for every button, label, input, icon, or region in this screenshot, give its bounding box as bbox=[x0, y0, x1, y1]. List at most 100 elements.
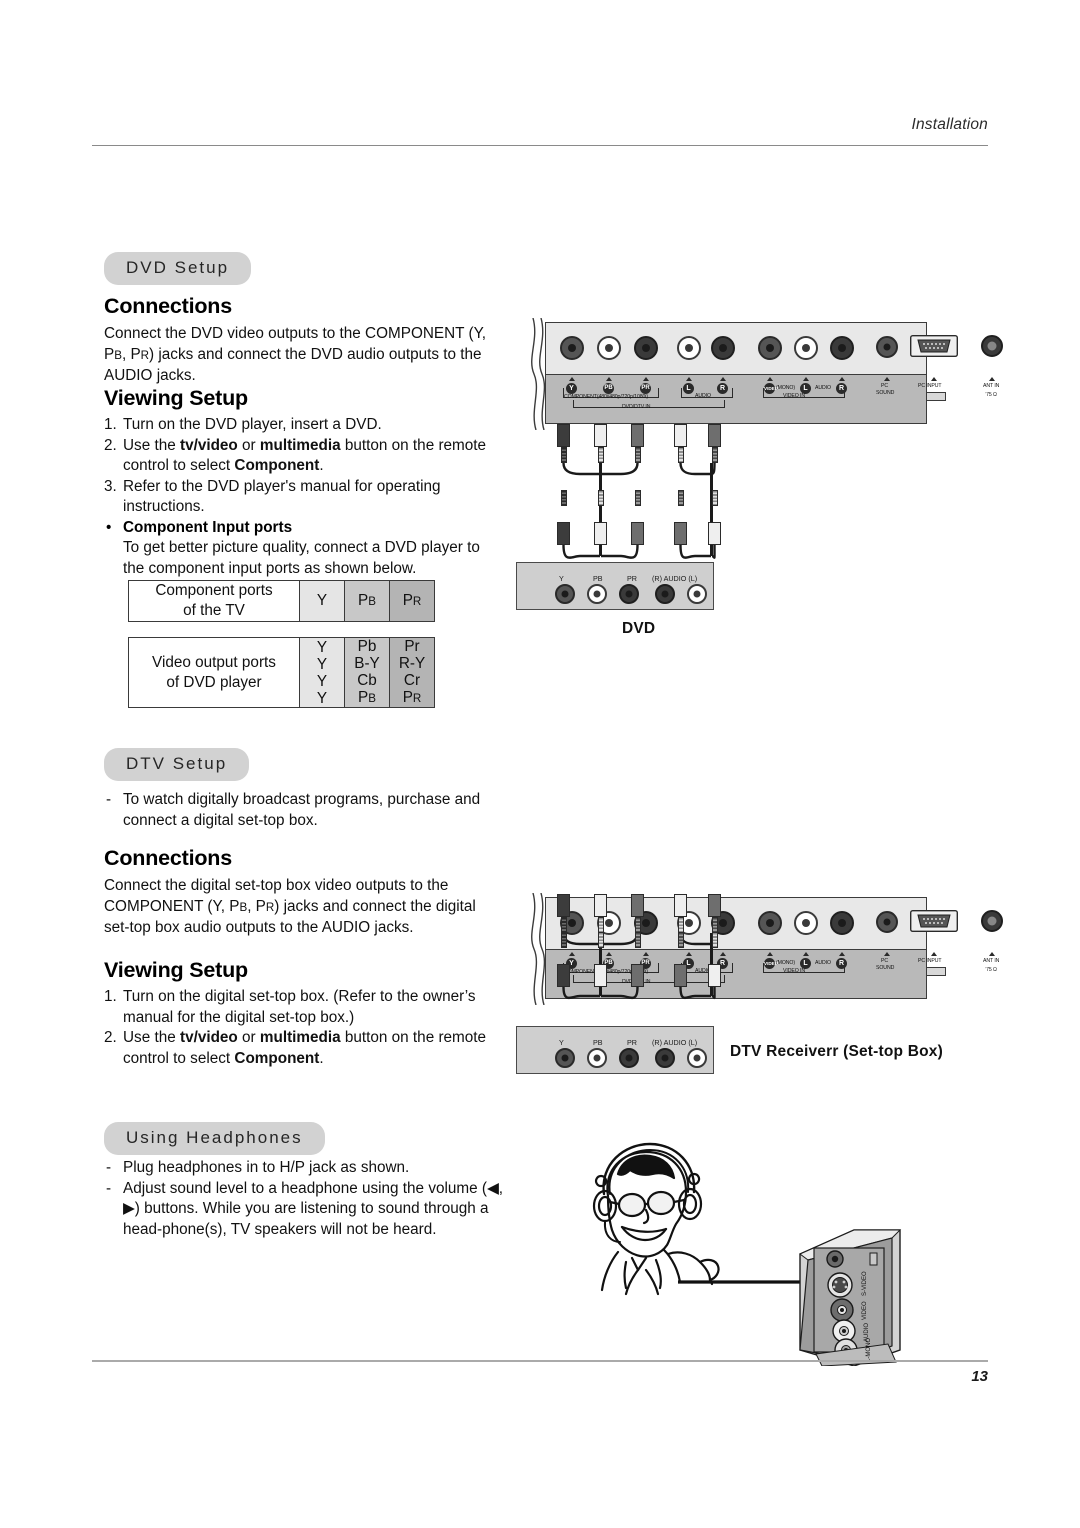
dvd-step-2-b: or bbox=[237, 436, 260, 454]
side-label-l-mono: L-MONO bbox=[866, 1338, 872, 1362]
label-ant-in-1-2: ANT IN bbox=[983, 958, 1000, 964]
dtv-viewing-block: Viewing Setup 1. Turn on the digital set… bbox=[104, 958, 504, 1069]
dvd-connections-heading: Connections bbox=[104, 294, 232, 318]
dtv-jack-audio-r bbox=[655, 1048, 675, 1068]
label-ant-in-1: ANT IN bbox=[983, 383, 1000, 389]
dtv-jack-label-pr: PR bbox=[627, 1038, 637, 1047]
label-pc-sound-2-2: SOUND bbox=[876, 965, 895, 971]
dvd-viewing-heading: Viewing Setup bbox=[104, 386, 248, 410]
dvd-step-3: 3. Refer to the DVD player's manual for … bbox=[104, 477, 504, 518]
col-pr-0: Pr bbox=[404, 638, 420, 655]
table-row: Video output ports of DVD player Y Y Y Y… bbox=[128, 637, 435, 708]
dvd-jack-y bbox=[555, 584, 575, 604]
dvd-viewing-block: Viewing Setup 1. Turn on the DVD player,… bbox=[104, 386, 504, 518]
label-ant-in-2-2: ‵75 Ω bbox=[985, 967, 997, 973]
dtv-step-2-bold-component: Component bbox=[234, 1049, 320, 1067]
dvd-jack-label-y: Y bbox=[559, 574, 564, 583]
col-pr-2: Cr bbox=[403, 672, 421, 689]
dvd-step-2: 2. Use the tv/video or multimedia button… bbox=[104, 436, 504, 477]
page-number: 13 bbox=[971, 1368, 988, 1385]
dtv-viewing-heading: Viewing Setup bbox=[104, 958, 248, 982]
dtv-jack-label-audio: (R) AUDIO (L) bbox=[652, 1038, 698, 1047]
video-output-col-pb: Pb B-Y Cb PB bbox=[344, 637, 390, 708]
dtv-step-2: 2. Use the tv/video or multimedia button… bbox=[104, 1028, 504, 1069]
dvd-device-panel: Y PB PR (R) AUDIO (L) bbox=[516, 562, 714, 610]
headphones-item-2: - Adjust sound level to a headphone usin… bbox=[104, 1179, 504, 1241]
dtv-step-1: 1. Turn on the digital set-top box. (Ref… bbox=[104, 987, 504, 1028]
dtv-conn-line2-pre: COMPONENT (Y, P bbox=[104, 897, 240, 915]
dvd-device-caption: DVD bbox=[622, 620, 656, 637]
headphones-text-1: Plug headphones in to H/P jack as shown. bbox=[123, 1159, 410, 1176]
dtv-setup-section: DTV Setup bbox=[104, 748, 504, 781]
video-output-label-line1: Video output ports bbox=[152, 653, 276, 671]
component-cell-y: Y bbox=[299, 580, 345, 622]
label-pc-sound-1: PC bbox=[881, 383, 889, 389]
jack-ant-in bbox=[981, 335, 1003, 357]
jack-ant-in-2 bbox=[981, 910, 1003, 932]
label-pc-sound-1-2: PC bbox=[881, 958, 889, 964]
label-pc-input-2: PC INPUT bbox=[918, 958, 942, 964]
dvd-step-1: 1. Turn on the DVD player, insert a DVD. bbox=[104, 415, 504, 436]
col-pb-3: PB bbox=[345, 689, 389, 707]
dtv-step-2-a: Use the bbox=[123, 1029, 180, 1046]
dtv-step-1-text: Turn on the digital set-top box. (Refer … bbox=[123, 988, 476, 1026]
dtv-step-2-bold-multimedia: multimedia bbox=[259, 1029, 341, 1046]
dtv-conn-line2-post: ) jacks and connect the bbox=[274, 897, 432, 915]
dtv-steps-list: 1. Turn on the digital set-top box. (Ref… bbox=[104, 987, 504, 1069]
label-audio-bracket: AUDIO bbox=[695, 393, 711, 399]
dvd-conn-sub-r: R bbox=[140, 348, 150, 362]
dtv-conn-line1: Connect the digital set-top box video ou… bbox=[104, 877, 449, 894]
headphones-text-2c: ) buttons. While you are listening to so… bbox=[123, 1200, 489, 1238]
dvd-step-2-bold-component: Component bbox=[234, 457, 320, 474]
dvd-conn-line2-post: ) jacks and connect the DVD audio output… bbox=[149, 345, 440, 363]
col-pb-3-sub: B bbox=[368, 692, 376, 705]
side-label-s-video: S-VIDEO bbox=[862, 1271, 868, 1296]
dtv-jack-y bbox=[555, 1048, 575, 1068]
video-output-col-y: Y Y Y Y bbox=[299, 637, 345, 708]
cell-pr-sub: R bbox=[412, 595, 422, 608]
headphones-section: Using Headphones bbox=[104, 1122, 504, 1155]
dtv-jack-label-y: Y bbox=[559, 1038, 564, 1047]
headphones-illustration: S-VIDEO VIDEO AUDIO L-MONO bbox=[560, 1130, 910, 1370]
dvd-step-2-bold-multimedia: multimedia bbox=[259, 436, 341, 454]
headphones-list: - Plug headphones in to H/P jack as show… bbox=[104, 1158, 504, 1240]
dtv-device-panel: Y PB PR (R) AUDIO (L) bbox=[516, 1026, 714, 1074]
volume-right-icon: ▶ bbox=[123, 1200, 135, 1217]
cell-pb-plain: P bbox=[358, 592, 369, 609]
component-bullet: • bbox=[106, 519, 112, 536]
footer-rule bbox=[92, 1360, 988, 1362]
col-pr-1: R-Y bbox=[398, 655, 426, 672]
dtv-connections-heading: Connections bbox=[104, 846, 232, 870]
label-video-in: VIDEO IN bbox=[783, 393, 805, 399]
dtv-step-2-bold-tvvideo: tv/video bbox=[179, 1029, 238, 1046]
pc-input-icon-2 bbox=[926, 967, 946, 976]
dvd-jack-audio-r bbox=[655, 584, 675, 604]
col-pr-3-plain: P bbox=[402, 689, 413, 706]
dvd-connections-body: Connect the DVD video outputs to the COM… bbox=[104, 324, 504, 387]
dtv-step-2-d: . bbox=[319, 1049, 324, 1067]
dtv-jack-pb bbox=[587, 1048, 607, 1068]
dtv-step-1-num: 1. bbox=[104, 988, 117, 1005]
col-pr-3: PR bbox=[390, 689, 434, 707]
dvd-setup-pill: DVD Setup bbox=[104, 252, 252, 285]
dtv-conn-line2-mid: , P bbox=[247, 897, 266, 915]
dtv-intro-item: - To watch digitally broadcast programs,… bbox=[104, 790, 504, 831]
video-output-label-cell: Video output ports of DVD player bbox=[128, 637, 300, 708]
component-ports-label-line1: Component ports bbox=[155, 582, 273, 599]
dtv-connections-block: Connections Connect the digital set-top … bbox=[104, 846, 504, 939]
dtv-cable-assembly bbox=[515, 894, 775, 1034]
dtv-conn-line4: jacks. bbox=[374, 919, 414, 936]
dvd-setup-section: DVD Setup bbox=[104, 252, 504, 285]
col-y-2: Y bbox=[316, 672, 328, 690]
dvd-step-1-text: Turn on the DVD player, insert a DVD. bbox=[123, 416, 382, 433]
headphones-item-1: - Plug headphones in to H/P jack as show… bbox=[104, 1158, 504, 1179]
col-pb-3-plain: P bbox=[358, 689, 369, 706]
label-pc-sound-2: SOUND bbox=[876, 390, 895, 396]
tv-side-panel: S-VIDEO VIDEO AUDIO L-MONO bbox=[792, 1226, 907, 1367]
dvd-jack-label-audio: (R) AUDIO (L) bbox=[652, 574, 698, 583]
dvd-step-2-bold-tvvideo: tv/video bbox=[179, 436, 238, 454]
table-row: Component ports of the TV Y PB PR bbox=[128, 580, 435, 622]
dvd-conn-line2-mid: , P bbox=[121, 345, 141, 363]
dtv-connections-body: Connect the digital set-top box video ou… bbox=[104, 876, 504, 939]
dvd-steps-list: 1. Turn on the DVD player, insert a DVD.… bbox=[104, 415, 504, 518]
